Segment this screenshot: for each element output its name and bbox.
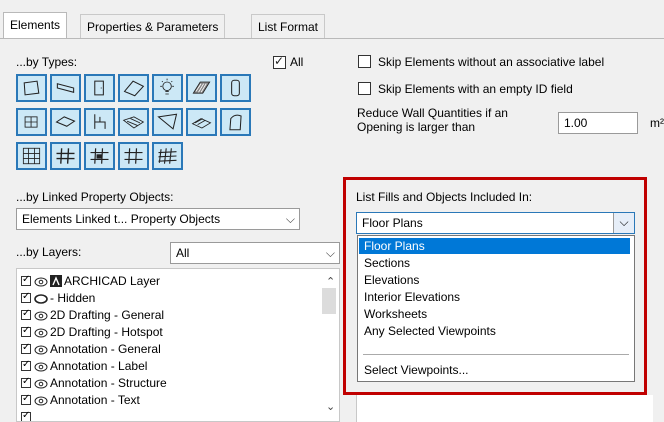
- scroll-down-icon[interactable]: ⌄: [326, 400, 335, 413]
- shell-icon[interactable]: [220, 108, 251, 136]
- chevron-down-icon: ⌵: [325, 246, 335, 260]
- reduce-wall-line-2: Opening is larger than: [357, 120, 476, 134]
- panel-icon[interactable]: [118, 142, 149, 170]
- layer-name: Annotation - General: [50, 342, 161, 356]
- reduce-wall-unit: m²: [650, 116, 664, 130]
- reduce-wall-line-1: Reduce Wall Quantities if an: [357, 106, 508, 120]
- list-item[interactable]: [21, 409, 34, 421]
- eye-icon[interactable]: [34, 328, 48, 338]
- fills-label: List Fills and Objects Included In:: [356, 190, 533, 204]
- eye-icon[interactable]: [34, 362, 48, 372]
- checkbox-icon[interactable]: [21, 358, 31, 372]
- lamp-icon[interactable]: [152, 74, 183, 102]
- reduce-wall-label: Reduce Wall Quantities if an Opening is …: [357, 106, 508, 134]
- checkbox-icon[interactable]: [21, 324, 31, 338]
- skip-empty-id-text: Skip Elements with an empty ID field: [378, 82, 573, 96]
- menu-item-floor-plans[interactable]: Floor Plans: [359, 238, 630, 254]
- linked-objects-label: ...by Linked Property Objects:: [16, 190, 174, 204]
- eye-icon[interactable]: [34, 396, 48, 406]
- skip-empty-id-checkbox[interactable]: [358, 82, 371, 95]
- menu-item-any-selected-viewpoints[interactable]: Any Selected Viewpoints: [359, 323, 630, 339]
- checkbox-icon[interactable]: [21, 392, 31, 406]
- list-item[interactable]: Annotation - General: [21, 341, 161, 356]
- curtain-wall-icon[interactable]: [16, 142, 47, 170]
- linked-objects-dropdown[interactable]: Elements Linked t... Property Objects ⌵: [16, 208, 300, 230]
- reduce-wall-input[interactable]: 1.00: [558, 112, 638, 134]
- scroll-up-icon[interactable]: ⌃: [326, 275, 335, 288]
- list-item[interactable]: Annotation - Structure: [21, 375, 167, 390]
- fills-dropdown-menu: Floor Plans Sections Elevations Interior…: [357, 235, 635, 382]
- door-icon[interactable]: [84, 74, 115, 102]
- tab-properties-parameters[interactable]: Properties & Parameters: [80, 14, 226, 38]
- railing-icon[interactable]: [50, 142, 81, 170]
- opening-icon[interactable]: [84, 142, 115, 170]
- layers-filter-value: All: [176, 246, 190, 260]
- skip-no-label-text: Skip Elements without an associative lab…: [378, 55, 605, 69]
- checkbox-icon[interactable]: [21, 375, 31, 389]
- eye-icon[interactable]: [34, 277, 48, 287]
- menu-item-worksheets[interactable]: Worksheets: [359, 306, 630, 322]
- list-item[interactable]: ARCHICAD Layer: [21, 273, 161, 288]
- checkbox-icon[interactable]: [21, 290, 31, 304]
- eye-icon[interactable]: [34, 379, 48, 389]
- list-item[interactable]: 2D Drafting - General: [21, 307, 165, 322]
- layer-name: Annotation - Label: [50, 359, 148, 373]
- linked-objects-value: Elements Linked t... Property Objects: [22, 212, 221, 226]
- chevron-down-icon: ⌵: [285, 212, 295, 226]
- layer-name: Annotation - Text: [50, 393, 140, 407]
- layer-name: 2D Drafting - Hotspot: [50, 325, 163, 339]
- column-icon[interactable]: [220, 74, 251, 102]
- scrollbar-thumb[interactable]: [322, 288, 336, 314]
- menu-item-interior-elevations[interactable]: Interior Elevations: [359, 289, 630, 305]
- archicad-logo-icon: [50, 275, 62, 287]
- menu-item-elevations[interactable]: Elevations: [359, 272, 630, 288]
- by-layers-label: ...by Layers:: [16, 245, 82, 259]
- mesh-icon[interactable]: [118, 108, 149, 136]
- by-types-label: ...by Types:: [16, 55, 78, 69]
- checkbox-icon[interactable]: [21, 409, 31, 421]
- checkbox-icon[interactable]: [21, 307, 31, 321]
- list-item[interactable]: Annotation - Text: [21, 392, 140, 407]
- zone-icon[interactable]: [16, 108, 47, 136]
- slab-icon[interactable]: [16, 74, 47, 102]
- menu-item-select-viewpoints[interactable]: Select Viewpoints...: [359, 362, 630, 378]
- layer-name: ARCHICAD Layer: [64, 274, 161, 288]
- window-icon[interactable]: [152, 108, 183, 136]
- tab-elements[interactable]: Elements: [3, 12, 68, 39]
- fills-dropdown[interactable]: Floor Plans ⌵: [356, 212, 635, 234]
- viewpoints-list: [356, 395, 653, 422]
- tab-divider: [0, 38, 664, 39]
- fills-value: Floor Plans: [362, 216, 423, 230]
- roof-icon[interactable]: [118, 74, 149, 102]
- wall-icon[interactable]: [50, 108, 81, 136]
- eye-icon[interactable]: [34, 345, 48, 355]
- furniture-icon[interactable]: [84, 108, 115, 136]
- tab-list-format[interactable]: List Format: [251, 14, 326, 38]
- checkbox-icon[interactable]: [21, 341, 31, 355]
- layer-name: Annotation - Structure: [50, 376, 167, 390]
- morph-icon[interactable]: [152, 142, 183, 170]
- menu-divider: [363, 354, 629, 355]
- layers-filter-dropdown[interactable]: All ⌵: [170, 242, 340, 264]
- list-item[interactable]: - Hidden: [21, 290, 96, 305]
- layers-list[interactable]: ARCHICAD Layer - Hidden 2D Drafting - Ge…: [16, 268, 340, 422]
- chevron-down-icon[interactable]: ⌵: [613, 213, 634, 233]
- eye-icon[interactable]: [34, 311, 48, 321]
- checkbox-icon[interactable]: [21, 273, 31, 287]
- stair-icon[interactable]: [186, 108, 217, 136]
- menu-item-sections[interactable]: Sections: [359, 255, 630, 271]
- hatch-icon[interactable]: [186, 74, 217, 102]
- layer-name: 2D Drafting - General: [50, 308, 165, 322]
- layer-name: - Hidden: [50, 291, 96, 305]
- beam-icon[interactable]: [50, 74, 81, 102]
- skip-no-label-checkbox[interactable]: [358, 55, 371, 68]
- list-item[interactable]: Annotation - Label: [21, 358, 148, 373]
- hidden-eye-icon[interactable]: [34, 294, 48, 304]
- list-item[interactable]: 2D Drafting - Hotspot: [21, 324, 163, 339]
- all-types-label: All: [290, 55, 304, 69]
- all-types-checkbox[interactable]: [273, 54, 286, 69]
